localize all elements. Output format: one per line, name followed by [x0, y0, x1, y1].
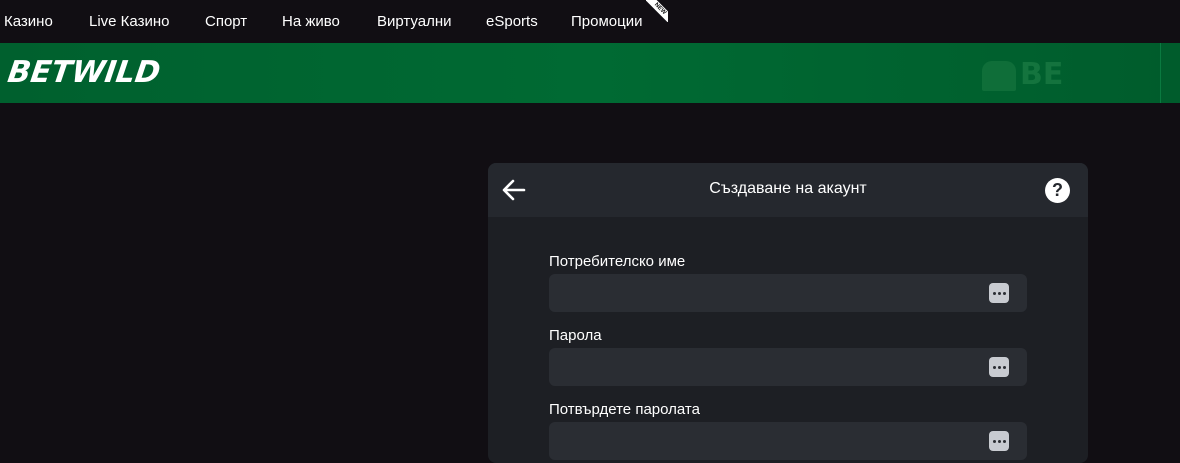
confirm-password-label: Потвърдете паролата: [549, 401, 700, 418]
panel-header: Създаване на акаунт ?: [488, 163, 1088, 217]
create-account-panel: Създаване на акаунт ? Потребителско име …: [488, 163, 1088, 463]
password-label: Парола: [549, 327, 602, 344]
password-dots-icon[interactable]: [989, 283, 1009, 303]
top-navigation: Казино Live Казино Спорт На живо Виртуал…: [0, 0, 1180, 42]
password-field[interactable]: [549, 348, 1027, 386]
password-dots-icon[interactable]: [989, 431, 1009, 451]
new-badge: NEW: [646, 0, 668, 22]
password-input[interactable]: [549, 348, 1003, 386]
nav-item-virtual[interactable]: Виртуални: [377, 13, 452, 30]
password-dots-icon[interactable]: [989, 357, 1009, 377]
betwild-logo[interactable]: BETWILD: [6, 55, 163, 90]
watermark-shape-icon: [982, 61, 1016, 91]
page-title: Създаване на акаунт: [709, 180, 867, 197]
brand-bar: BETWILD BE: [0, 43, 1180, 103]
watermark-logo: BE: [982, 57, 1088, 92]
divider: [1160, 43, 1161, 103]
nav-item-esports[interactable]: eSports: [486, 13, 538, 30]
confirm-password-field[interactable]: [549, 422, 1027, 460]
nav-item-sport[interactable]: Спорт: [205, 13, 247, 30]
nav-item-casino[interactable]: Казино: [4, 13, 53, 30]
nav-item-live-casino[interactable]: Live Казино: [89, 13, 169, 30]
nav-item-promotions[interactable]: Промоции: [571, 13, 642, 30]
help-circle-icon[interactable]: ?: [1045, 178, 1070, 203]
nav-item-live[interactable]: На живо: [282, 13, 340, 30]
watermark-text: BE: [1020, 57, 1064, 92]
new-badge-label: NEW: [646, 0, 668, 22]
username-input[interactable]: [549, 274, 1003, 312]
username-label: Потребителско име: [549, 253, 686, 270]
username-field[interactable]: [549, 274, 1027, 312]
confirm-password-input[interactable]: [549, 422, 1003, 460]
